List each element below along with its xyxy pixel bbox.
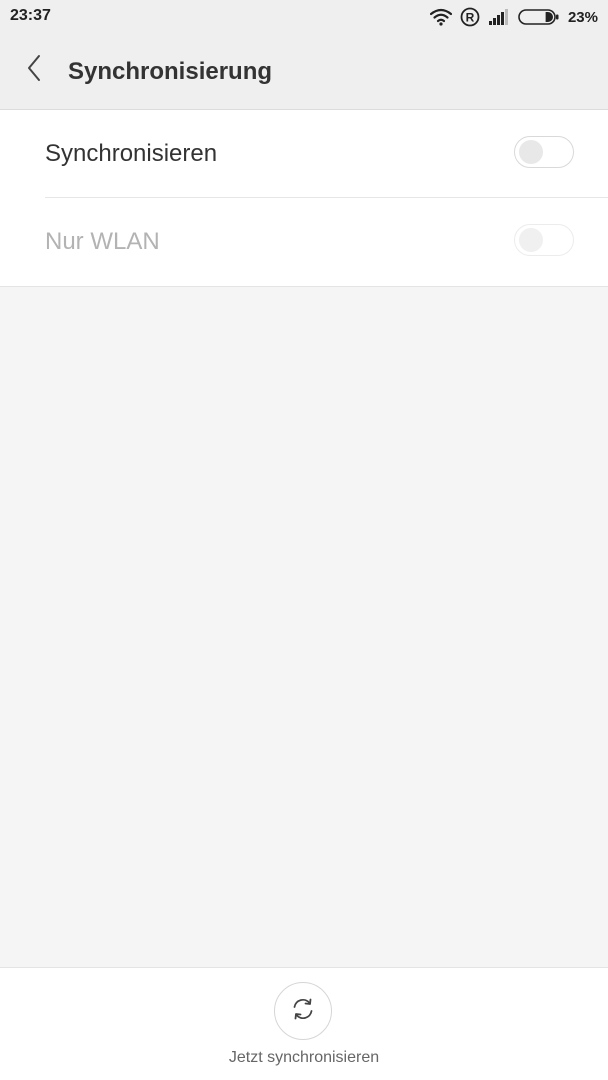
top-bar: 23:37 R 23% Synchronisierung [0,0,608,110]
toggle-knob [519,228,543,252]
sync-now-label: Jetzt synchronisieren [228,1049,380,1066]
wifi-only-toggle [514,224,574,256]
battery-icon [518,8,560,26]
sync-now-button[interactable]: Jetzt synchronisieren [204,982,404,1072]
sync-settings-screen: 23:37 R 23% Synchronisierung Synchronisi… [0,0,608,1080]
bottom-action-bar: Jetzt synchronisieren [0,967,608,1080]
header: Synchronisierung [0,34,608,109]
back-button[interactable] [16,52,52,88]
sync-icon [290,996,316,1027]
sync-now-circle[interactable] [274,982,332,1040]
battery-percent: 23% [567,8,598,26]
sync-toggle[interactable] [514,136,574,168]
setting-label-sync: Synchronisieren [45,140,218,167]
setting-row-sync[interactable]: Synchronisieren [0,110,608,198]
wifi-icon [429,8,452,26]
signal-icon [488,9,510,25]
settings-list: Synchronisieren Nur WLAN [0,110,608,287]
status-bar: 23:37 R 23% [0,0,608,34]
toggle-knob [519,140,543,164]
status-icons: R 23% [429,6,598,28]
chevron-left-icon [26,54,42,87]
setting-row-wifi-only: Nur WLAN [0,198,608,286]
setting-label-wifi-only: Nur WLAN [45,228,160,255]
svg-text:R: R [466,11,475,25]
page-title: Synchronisierung [68,58,273,85]
roaming-r-icon: R [460,7,480,27]
status-time: 23:37 [10,7,51,24]
